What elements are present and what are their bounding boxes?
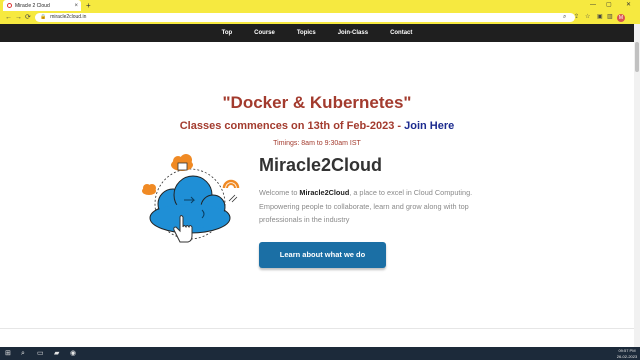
browser-tab-strip — [0, 0, 640, 11]
forward-arrow-icon[interactable]: → — [15, 11, 22, 24]
browser-tab[interactable]: Miracle 2 Cloud × — [3, 0, 81, 11]
chrome-icon[interactable]: ◉ — [70, 347, 76, 360]
tab-close-icon[interactable]: × — [74, 3, 78, 9]
site-navbar: Top Course Topics Join-Class Contact — [0, 24, 634, 42]
site-favicon-icon — [7, 3, 12, 8]
upload-cloud-icon — [142, 184, 156, 195]
minimize-button[interactable]: — — [590, 0, 596, 11]
cloud-folder-icon — [171, 154, 193, 171]
zoom-icon[interactable]: ⌕ — [563, 11, 566, 24]
address-bar[interactable]: 🔒 miracle2cloud.in — [35, 13, 575, 22]
clock-date: 26-02-2023 — [616, 353, 638, 359]
course-title: "Docker & Kubernetes" — [222, 93, 412, 112]
nav-item-topics[interactable]: Topics — [297, 30, 316, 36]
page-scrollbar[interactable] — [634, 24, 640, 347]
reload-icon[interactable]: ⟳ — [25, 11, 31, 24]
cloud-icon — [149, 175, 231, 234]
desc-brand: Miracle2Cloud — [299, 188, 350, 197]
brand-heading: Miracle2Cloud — [259, 155, 383, 175]
wifi-cloud-icon — [222, 179, 240, 203]
share-icon[interactable]: ⇪ — [574, 11, 579, 24]
search-icon[interactable]: ⌕ — [21, 347, 25, 360]
nav-item-top[interactable]: Top — [222, 30, 233, 36]
nav-item-join-class[interactable]: Join-Class — [338, 30, 368, 36]
close-window-button[interactable]: ✕ — [626, 0, 631, 11]
section-divider — [0, 328, 634, 329]
profile-avatar[interactable]: M — [617, 14, 625, 22]
file-explorer-icon[interactable]: ▰ — [54, 347, 59, 360]
join-here-link[interactable]: Join Here — [404, 120, 454, 132]
cloud-illustration — [142, 154, 240, 243]
learn-more-button[interactable]: Learn about what we do — [259, 242, 386, 268]
windows-taskbar — [0, 347, 640, 360]
scrollbar-thumb[interactable] — [635, 42, 639, 72]
taskbar-clock[interactable]: 09:57 PM 26-02-2023 — [614, 347, 640, 361]
brand-description: Welcome to Miracle2Cloud, a place to exc… — [259, 186, 499, 227]
address-url: miracle2cloud.in — [50, 14, 87, 20]
class-date-text: Classes commences on 13th of Feb-2023 - — [179, 120, 405, 132]
windows-start-icon[interactable]: ⊞ — [5, 347, 11, 360]
nav-item-contact[interactable]: Contact — [390, 30, 412, 36]
lock-icon: 🔒 — [40, 14, 47, 20]
new-tab-button[interactable]: + — [86, 0, 91, 11]
extensions-icon[interactable]: ▣ — [597, 11, 603, 24]
class-timings: Timings: 8am to 9:30am IST — [273, 140, 361, 147]
maximize-button[interactable]: ▢ — [606, 0, 612, 11]
tab-title: Miracle 2 Cloud — [15, 2, 50, 9]
side-panel-icon[interactable]: ▥ — [607, 11, 613, 24]
desc-prefix: Welcome to — [259, 188, 300, 197]
back-arrow-icon[interactable]: ← — [5, 11, 12, 24]
bookmark-star-icon[interactable]: ☆ — [585, 11, 590, 24]
task-view-icon[interactable]: ▭ — [37, 347, 44, 360]
nav-item-course[interactable]: Course — [254, 30, 275, 36]
class-announcement: Classes commences on 13th of Feb-2023 - … — [0, 120, 634, 132]
